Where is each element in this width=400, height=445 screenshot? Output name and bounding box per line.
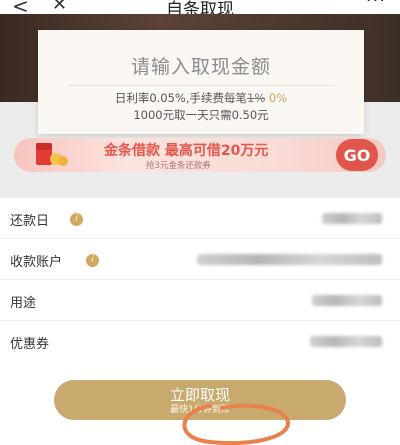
row-label: 收款账户 [10,255,63,270]
fee-new: 0% [268,91,288,105]
withdraw-button[interactable]: 立即取现 最快1分钟到账 [54,380,346,420]
info-icon[interactable]: i [70,213,83,226]
fee-old: 1% [247,91,266,105]
account-row[interactable]: 收款账户 i [0,239,400,280]
row-label: 还款日 [10,214,50,229]
repay-date-value [322,213,382,224]
red-envelope-icon [36,143,68,166]
row-label: 用途 [10,296,37,311]
info-icon[interactable]: i [86,254,99,267]
fee-example: 1000元取一天只需0.50元 [133,108,269,122]
withdraw-subtext: 最快1分钟到账 [170,405,230,415]
coupon-value [310,336,382,347]
promo-banner[interactable]: 金条借款 最高可借20万元 抢3元金条还款券 GO [14,138,386,172]
row-label: 优惠券 [10,337,50,352]
amount-input-placeholder[interactable]: 请输入取现金额 [38,52,364,79]
purpose-row[interactable]: 用途 [0,280,400,321]
form-list: 还款日 i 收款账户 i 用途 优惠券 [0,198,400,362]
promo-subtitle: 抢3元金条还款券 [146,161,211,171]
account-value [197,254,382,265]
rate-info: 日利率0.05%,手续费每笔1% 0% [38,90,364,106]
more-icon[interactable]: ··· [366,0,386,11]
coupon-row[interactable]: 优惠券 [0,321,400,362]
promo-title: 金条借款 最高可借20万元 [104,143,269,159]
rate-text: 日利率0.05%,手续费每笔 [114,91,248,105]
repay-date-row[interactable]: 还款日 i [0,198,400,239]
purpose-value [312,295,382,306]
go-button[interactable]: GO [336,139,378,171]
amount-card: 请输入取现金额 日利率0.05%,手续费每笔1% 0% 1000元取一天只需0.… [38,30,364,134]
card-divider [68,85,334,86]
nav-bar: < ✕ 自条取现 ··· [0,0,400,20]
